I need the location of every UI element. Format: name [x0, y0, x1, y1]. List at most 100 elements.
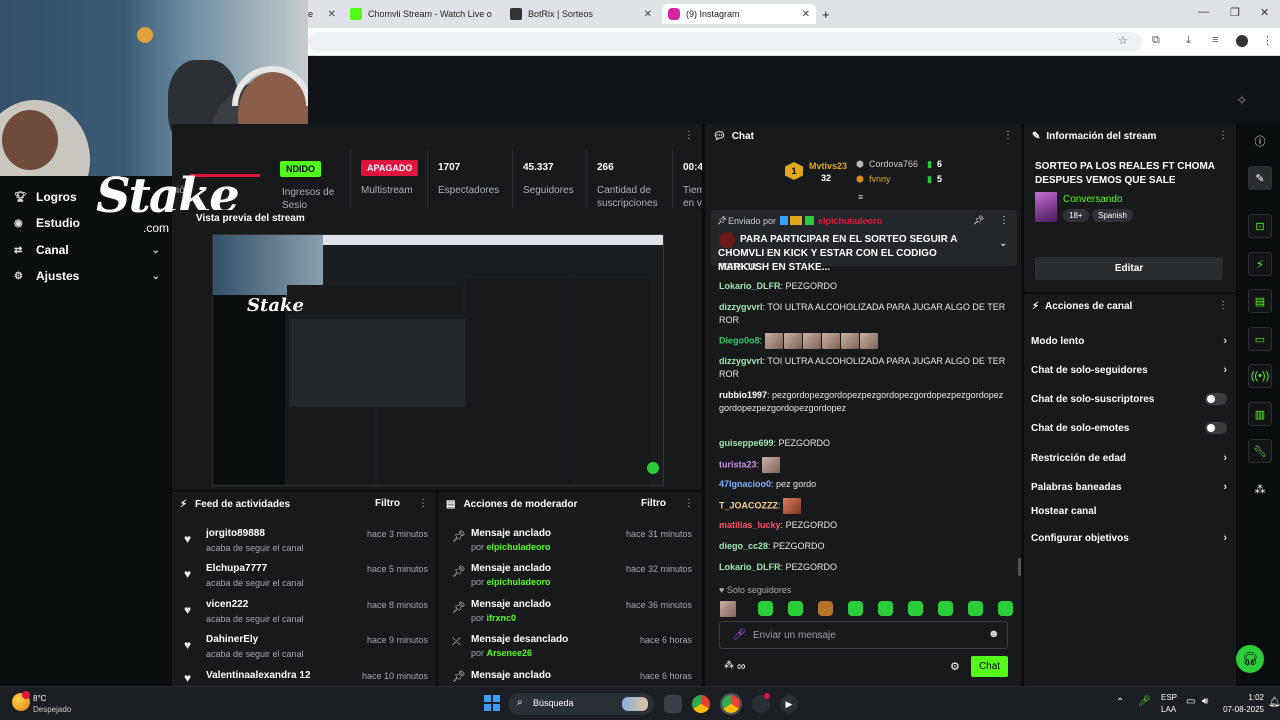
kick-emote-icon[interactable]	[967, 601, 983, 617]
media-icon[interactable]: ≡	[1212, 34, 1218, 46]
kick-emote-icon[interactable]	[817, 601, 833, 617]
chat-username[interactable]: 47Ignacioo0	[719, 479, 771, 489]
browser-tab-instagram[interactable]: (9) Instagram ✕	[662, 4, 816, 24]
feed-username[interactable]: Valentinaalexandra 12	[206, 670, 311, 681]
kick-emote-icon[interactable]	[907, 601, 923, 617]
extensions-icon[interactable]: ⧉	[1152, 34, 1160, 47]
chevron-down-icon[interactable]: ⌄	[999, 238, 1007, 249]
feed-username[interactable]: DahinerEly	[206, 634, 258, 645]
mod-filter-button[interactable]: Filtro	[641, 498, 666, 509]
taskbar-search-input[interactable]: ⌕ Búsqueda	[508, 693, 654, 715]
more-menu-icon[interactable]: ⋮	[1262, 34, 1273, 47]
infinity-icon[interactable]: ∞	[737, 659, 746, 673]
info-icon[interactable]: ⓘ	[1248, 129, 1272, 153]
window-close-icon[interactable]: ✕	[1260, 6, 1269, 19]
more-options-icon[interactable]: ⋮	[999, 215, 1009, 226]
more-options-icon[interactable]: ⋮	[1218, 300, 1228, 311]
notification-bell-icon[interactable]: 🔔︎	[1268, 697, 1280, 708]
network-icon[interactable]: ▭	[1186, 696, 1195, 707]
mod-action-user[interactable]: elpichuladeoro	[487, 577, 551, 587]
gifter-name[interactable]: fvnny	[869, 174, 891, 184]
host-channel-item[interactable]: Hostear canal	[1031, 506, 1227, 517]
emote-icon[interactable]	[720, 600, 736, 617]
chrome-icon[interactable]	[692, 695, 710, 713]
kick-points-icon[interactable]: ⁂	[724, 660, 734, 671]
age-restriction-item[interactable]: Restricción de edad ›	[1031, 452, 1227, 464]
chat-username[interactable]: dizzygvvrl	[719, 302, 763, 312]
chat-username[interactable]: dizzygvvrl	[719, 356, 763, 366]
apps-icon[interactable]: ⁂	[1248, 477, 1272, 501]
multistream-badge[interactable]: APAGADO	[361, 160, 419, 176]
slow-mode-item[interactable]: Modo lento ›	[1031, 335, 1227, 347]
chat-username[interactable]: Diego0o8	[719, 335, 760, 345]
pinned-sender[interactable]: elpichuladeoro	[818, 216, 882, 226]
feed-filter-button[interactable]: Filtro	[375, 498, 400, 509]
url-input[interactable]	[308, 32, 1142, 52]
kick-emote-icon[interactable]	[847, 601, 863, 617]
chat-username[interactable]: turista23	[719, 459, 757, 469]
close-tab-icon[interactable]: ✕	[802, 9, 810, 20]
broadcast-icon[interactable]: ((•))	[1248, 364, 1272, 388]
kick-emote-icon[interactable]	[877, 601, 893, 617]
kick-emote-icon[interactable]	[787, 601, 803, 617]
mic-icon[interactable]: 🎤︎	[732, 628, 746, 641]
minimize-icon[interactable]: —	[1198, 6, 1209, 18]
close-tab-icon[interactable]: ✕	[644, 9, 652, 20]
sidebar-item-ajustes[interactable]: ⚙ Ajustes ⌄	[14, 269, 160, 283]
kick-emote-icon[interactable]	[937, 601, 953, 617]
more-options-icon[interactable]: ⋮	[684, 498, 694, 509]
volume-icon[interactable]: 🔊︎	[1202, 696, 1208, 707]
more-options-icon[interactable]: ⋮	[1003, 130, 1013, 141]
mod-action-user[interactable]: Arsenee26	[487, 648, 533, 658]
feed-username[interactable]: vicen222	[206, 599, 248, 610]
layout-icon[interactable]: ▥	[1248, 402, 1272, 426]
browser-tab-kick[interactable]: Chomvli Stream - Watch Live o	[346, 4, 496, 24]
maximize-icon[interactable]: ❐	[1230, 6, 1240, 19]
chat-username[interactable]: Lokario_DLFR	[719, 562, 781, 572]
chrome-active-icon[interactable]	[720, 693, 742, 715]
banned-words-item[interactable]: Palabras baneadas ›	[1031, 481, 1227, 493]
support-headset-icon[interactable]: 🎧︎	[1236, 645, 1264, 673]
chat-username[interactable]: diego_cc28	[719, 541, 768, 551]
pin-toggle-icon[interactable]: 📌︎	[973, 215, 984, 226]
lightning-icon[interactable]: ⚡︎	[1248, 252, 1272, 276]
chat-username[interactable]: guiseppe699	[719, 438, 774, 448]
chat-username[interactable]: matilias_lucky	[719, 520, 781, 530]
followers-only-item[interactable]: Chat de solo-seguidores ›	[1031, 364, 1227, 376]
feed-username[interactable]: Elchupa7777	[206, 563, 267, 574]
close-tab-icon[interactable]: ✕	[328, 9, 336, 20]
browser-tab-botrix[interactable]: BotRix | Sorteos ✕	[508, 4, 658, 24]
tray-mic-icon[interactable]: 🎤︎	[1138, 696, 1151, 707]
windows-start-icon[interactable]	[484, 695, 500, 711]
category-name[interactable]: Conversando	[1063, 194, 1122, 205]
emotes-only-toggle[interactable]	[1205, 422, 1227, 434]
download-icon[interactable]: ⤓	[1186, 34, 1191, 47]
edit-stream-button[interactable]: Editar	[1035, 257, 1223, 280]
clock-date[interactable]: 07-08-2025	[1220, 705, 1264, 714]
scan-icon[interactable]: ⊡	[1248, 214, 1272, 238]
tray-chevron-up-icon[interactable]: ⌃	[1116, 697, 1124, 708]
sidebar-item-canal[interactable]: ⇄ Canal ⌄	[14, 243, 160, 257]
expand-gifters-icon[interactable]: ≡	[858, 192, 863, 202]
wrench-icon[interactable]: 🔧︎	[1248, 439, 1272, 463]
configure-goals-item[interactable]: Configurar objetivos ›	[1031, 532, 1227, 544]
bookmark-star-icon[interactable]: ☆	[1118, 34, 1128, 47]
browser-tab-partial[interactable]: e ✕	[308, 4, 342, 24]
media-player-icon[interactable]: ▶	[780, 695, 798, 713]
chat-username[interactable]: rubbio1997	[719, 390, 767, 400]
emoji-icon[interactable]: ☻	[988, 628, 1000, 640]
chat-input[interactable]: 🎤︎ Enviar un mensaje ☻	[719, 621, 1008, 649]
gifter-name[interactable]: Cordova766	[869, 159, 918, 169]
chat-settings-gear-icon[interactable]: ⚙	[950, 660, 960, 673]
feed-username[interactable]: jorgito89888	[206, 528, 265, 539]
language-indicator[interactable]: ESP	[1161, 693, 1177, 702]
chat-icon[interactable]: ▭	[1248, 327, 1272, 351]
chat-scrollbar[interactable]	[1018, 558, 1021, 576]
clock-time[interactable]: 1:02	[1224, 693, 1264, 702]
mod-action-user[interactable]: elpichuladeoro	[487, 542, 551, 552]
new-tab-button[interactable]: +	[822, 4, 836, 24]
chat-username[interactable]: T_JOACOZZZ	[719, 500, 778, 510]
kick-emote-icon[interactable]	[757, 601, 773, 617]
mod-action-user[interactable]: ifrxnc0	[487, 613, 517, 623]
clipboard-icon[interactable]: ▤	[1248, 289, 1272, 313]
